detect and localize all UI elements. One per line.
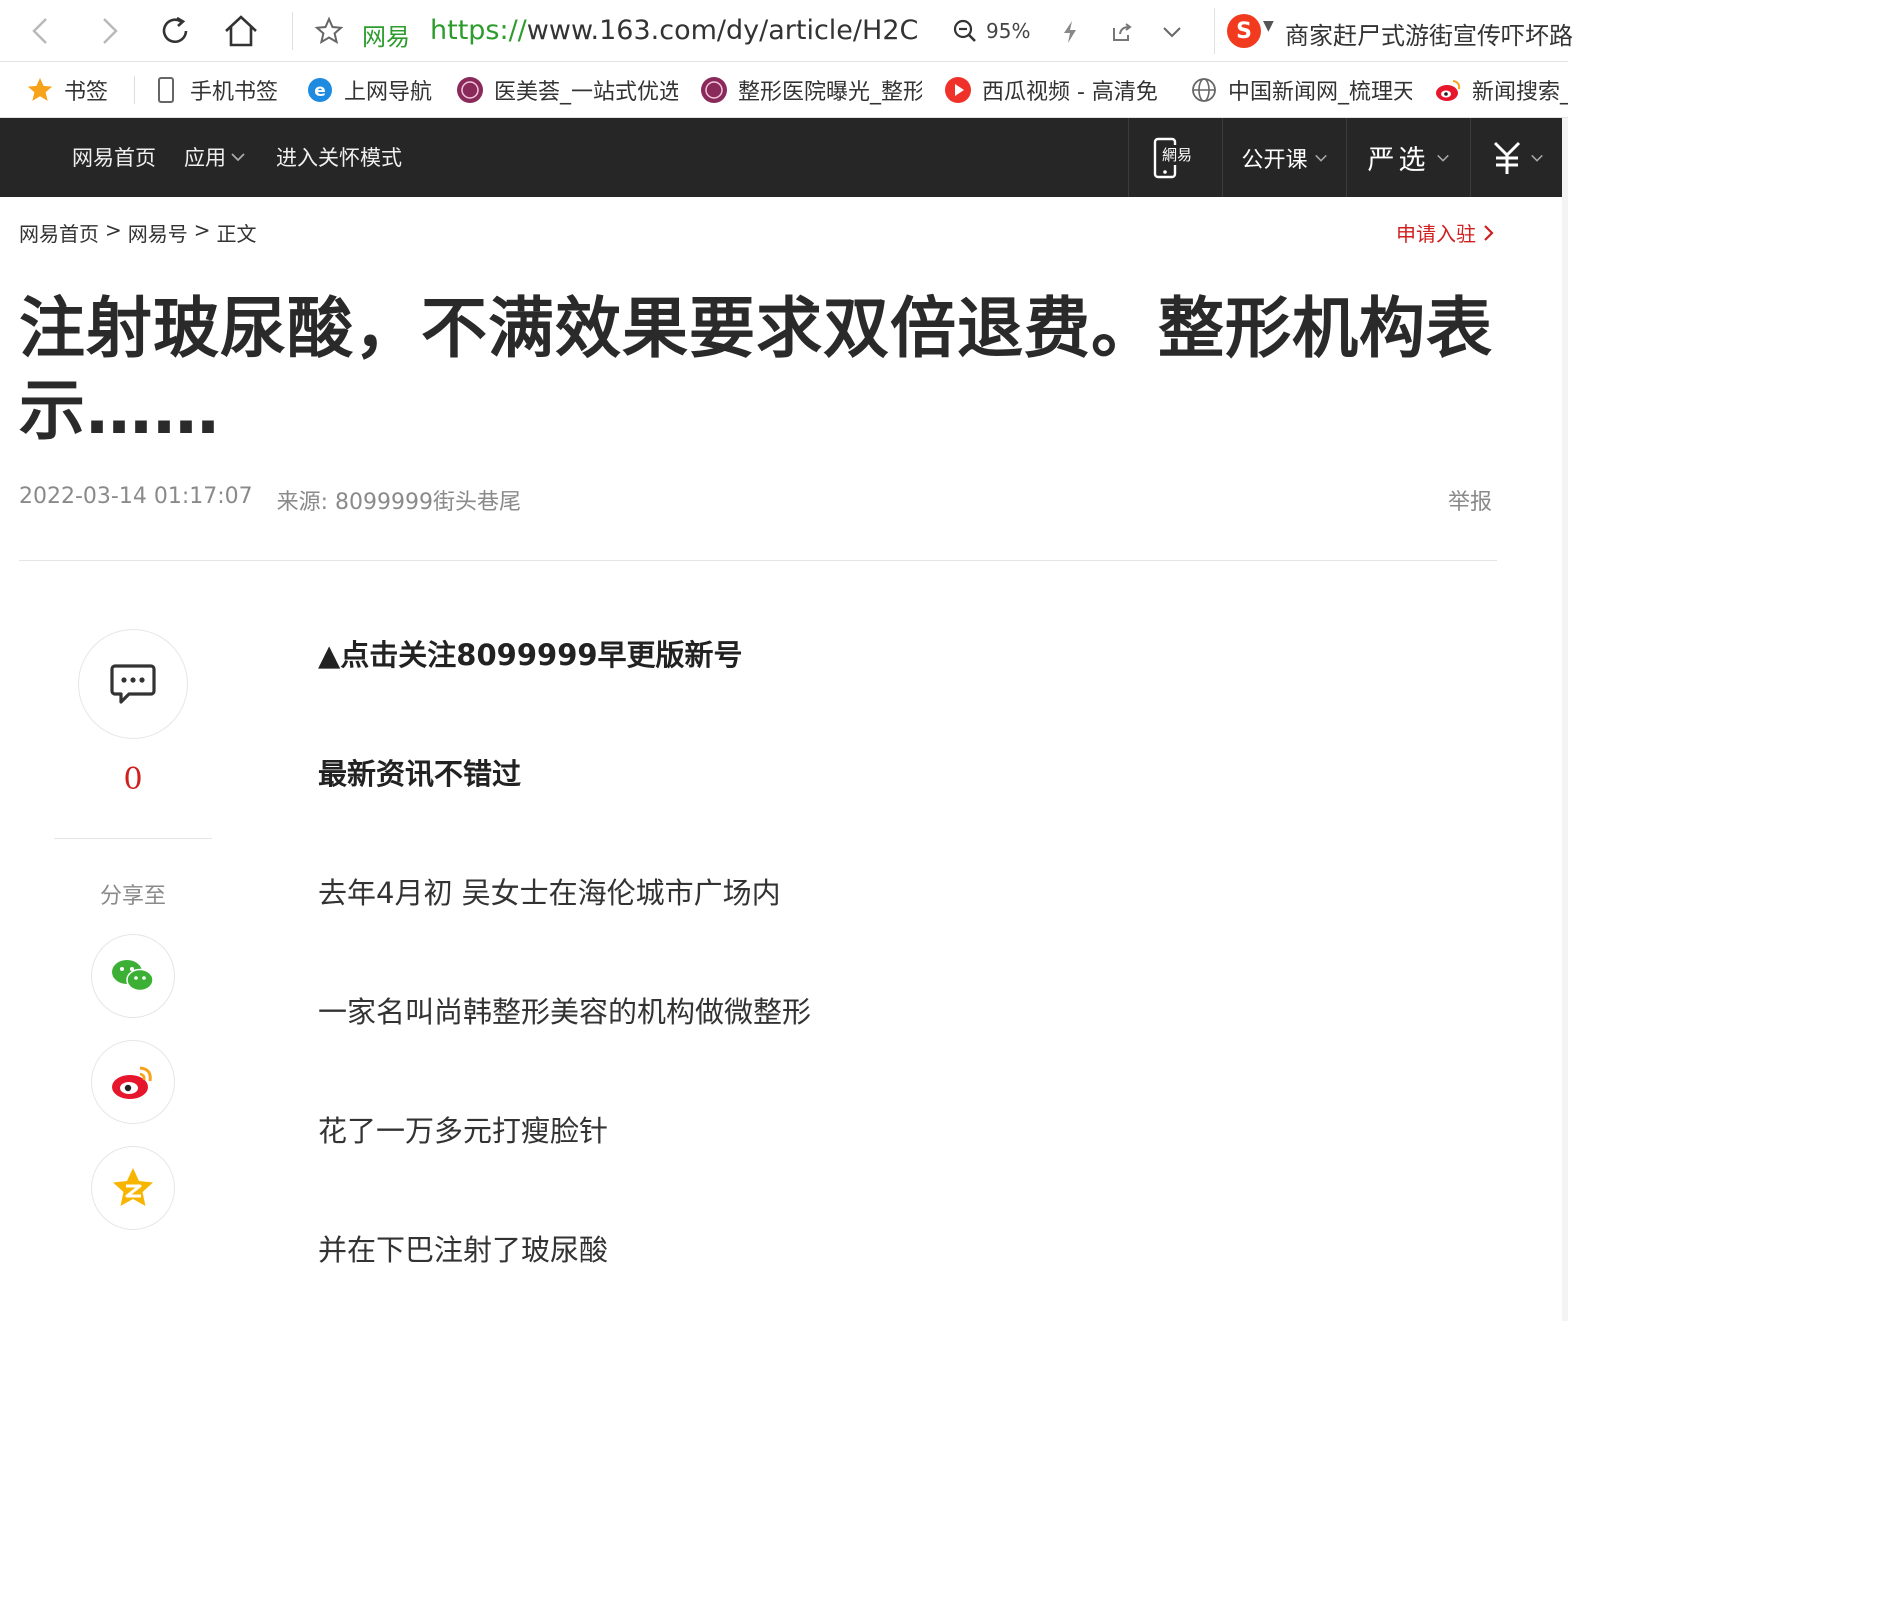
meta-divider — [19, 560, 1497, 561]
article-paragraph: ▲点击关注8099999早更版新号 — [318, 638, 743, 672]
share-page-icon[interactable] — [1108, 18, 1136, 46]
back-button[interactable] — [18, 8, 64, 54]
article-paragraph: 并在下巴注射了玻尿酸 — [318, 1233, 609, 1267]
article-paragraph: 去年4月初 吴女士在海伦城市广场内 — [318, 876, 781, 910]
breadcrumb-current: 正文 — [216, 222, 257, 246]
nav-apps-label: 应用 — [184, 146, 226, 170]
favorite-star-icon[interactable] — [314, 16, 344, 50]
wechat-icon — [112, 960, 154, 992]
comment-button[interactable] — [78, 629, 188, 739]
comment-count[interactable]: 0 — [78, 762, 188, 797]
globe-icon — [1190, 76, 1218, 104]
bookmarks-bar: 书签 手机书签 e 上网导航 医美荟_一站式优选 整形医院曝光_整形 西瓜视频 … — [0, 62, 1568, 118]
nav-open-course-label: 公开课 — [1241, 147, 1308, 173]
zoom-out-icon — [953, 19, 976, 42]
zoom-level: 95% — [986, 19, 1031, 43]
yen-icon — [1493, 141, 1520, 174]
address-bar[interactable]: 网易 https://www.163.com/dy/article/H2CO1 … — [306, 8, 1206, 54]
weibo-icon — [112, 1066, 152, 1099]
nav-yanxuan-label: 严选 — [1367, 145, 1430, 176]
breadcrumb-section[interactable]: 网易号 — [128, 218, 188, 247]
url-rest: www.163.com/dy/article/H2CO1 — [526, 15, 918, 46]
svg-text:e: e — [314, 81, 326, 101]
article-paragraph: 花了一万多元打瘦脸针 — [318, 1114, 609, 1148]
chevron-down-icon — [231, 153, 245, 162]
site-nav-bar: 网易首页 应用 进入关怀模式 網易 公开课 严选 — [0, 118, 1568, 197]
chevron-right-icon — [103, 18, 118, 44]
chevron-down-icon — [1436, 154, 1449, 162]
bookmark-item[interactable]: 整形医院曝光_整形 — [700, 74, 922, 106]
apply-join-label: 申请入驻 — [1396, 222, 1476, 246]
article-meta: 2022-03-14 01:17:07 来源: 8099999街头巷尾 — [19, 484, 521, 516]
browser-toolbar: 网易 https://www.163.com/dy/article/H2CO1 … — [0, 0, 1573, 62]
breadcrumb-separator: > — [105, 218, 122, 242]
home-icon — [225, 15, 257, 47]
weibo-icon — [1434, 76, 1462, 104]
nav-apps-menu[interactable]: 应用 — [184, 142, 246, 172]
chevron-down-icon — [1530, 154, 1543, 162]
sogou-search-icon[interactable]: S — [1227, 14, 1261, 48]
yimeihui-icon — [456, 76, 484, 104]
svg-text:網易: 網易 — [1161, 146, 1191, 164]
bookmark-item[interactable]: e 上网导航 — [306, 74, 432, 106]
search-box[interactable]: S ▼ 商家赶尸式游街宣传吓坏路 — [1214, 8, 1573, 54]
yimeihui-icon — [700, 76, 728, 104]
url-text[interactable]: https://www.163.com/dy/article/H2CO1 — [430, 15, 918, 46]
reload-icon — [162, 16, 188, 44]
report-link[interactable]: 举报 — [1448, 484, 1492, 516]
breadcrumb-separator: > — [193, 218, 211, 242]
nav-finance-menu[interactable] — [1470, 118, 1562, 197]
nav-care-mode-link[interactable]: 进入关怀模式 — [276, 142, 402, 172]
article-paragraph: 一家名叫尚韩整形美容的机构做微整形 — [318, 995, 812, 1029]
share-qzone-button[interactable] — [91, 1146, 175, 1230]
lightning-icon[interactable] — [1056, 18, 1084, 46]
toolbar-separator — [292, 12, 293, 50]
reload-button[interactable] — [152, 8, 198, 54]
nav-home-link[interactable]: 网易首页 — [72, 142, 156, 172]
search-engine-caret-icon[interactable]: ▼ — [1263, 18, 1274, 34]
share-weibo-button[interactable] — [91, 1040, 175, 1124]
mobile-netease-icon: 網易 — [1153, 137, 1195, 178]
url-scheme: https:// — [430, 15, 527, 46]
forward-button[interactable] — [86, 8, 132, 54]
phone-icon — [152, 76, 180, 104]
bookmark-item[interactable]: 中国新闻网_梳理天 — [1190, 74, 1412, 106]
rail-divider — [54, 838, 212, 839]
comment-icon — [110, 664, 156, 704]
search-input[interactable]: 商家赶尸式游街宣传吓坏路 — [1285, 16, 1573, 51]
bookmark-item[interactable]: 书签 — [26, 74, 108, 106]
article-date: 2022-03-14 01:17:07 — [19, 484, 253, 509]
qzone-star-icon — [113, 1168, 153, 1206]
chevron-left-icon — [32, 18, 47, 44]
bookmark-separator — [134, 76, 135, 104]
nav-open-course-menu[interactable]: 公开课 — [1222, 118, 1346, 197]
page-right-edge — [1562, 118, 1568, 1321]
apply-join-link[interactable]: 申请入驻 — [1396, 218, 1494, 247]
bookmark-item[interactable]: 手机书签 — [152, 74, 278, 106]
zoom-control[interactable]: 95% — [952, 14, 1030, 48]
share-label: 分享至 — [99, 884, 166, 909]
chevron-right-icon — [1484, 224, 1494, 241]
chevron-down-icon — [1314, 154, 1327, 162]
home-button[interactable] — [218, 8, 264, 54]
article-title: 注射玻尿酸，不满效果要求双倍退费。整形机构表示…… — [19, 290, 1493, 449]
star-icon — [26, 76, 54, 104]
mobile-app-button[interactable]: 網易 — [1128, 118, 1222, 197]
xigua-icon — [944, 76, 972, 104]
bookmark-item[interactable]: 新闻搜索_ — [1434, 74, 1568, 106]
article-paragraph: 最新资讯不错过 — [318, 757, 522, 791]
nav-yanxuan-menu[interactable]: 严选 — [1346, 118, 1470, 197]
article-source[interactable]: 来源: 8099999街头巷尾 — [277, 484, 521, 516]
bookmark-item[interactable]: 西瓜视频 - 高清免 — [944, 74, 1166, 106]
chevron-down-icon[interactable] — [1158, 18, 1186, 46]
breadcrumb: 网易首页 > 网易号 > 正文 — [19, 218, 257, 247]
breadcrumb-home[interactable]: 网易首页 — [19, 218, 99, 247]
bookmark-item[interactable]: 医美荟_一站式优选 — [456, 74, 678, 106]
ie-icon: e — [306, 76, 334, 104]
share-wechat-button[interactable] — [91, 934, 175, 1018]
site-name: 网易 — [362, 23, 410, 51]
